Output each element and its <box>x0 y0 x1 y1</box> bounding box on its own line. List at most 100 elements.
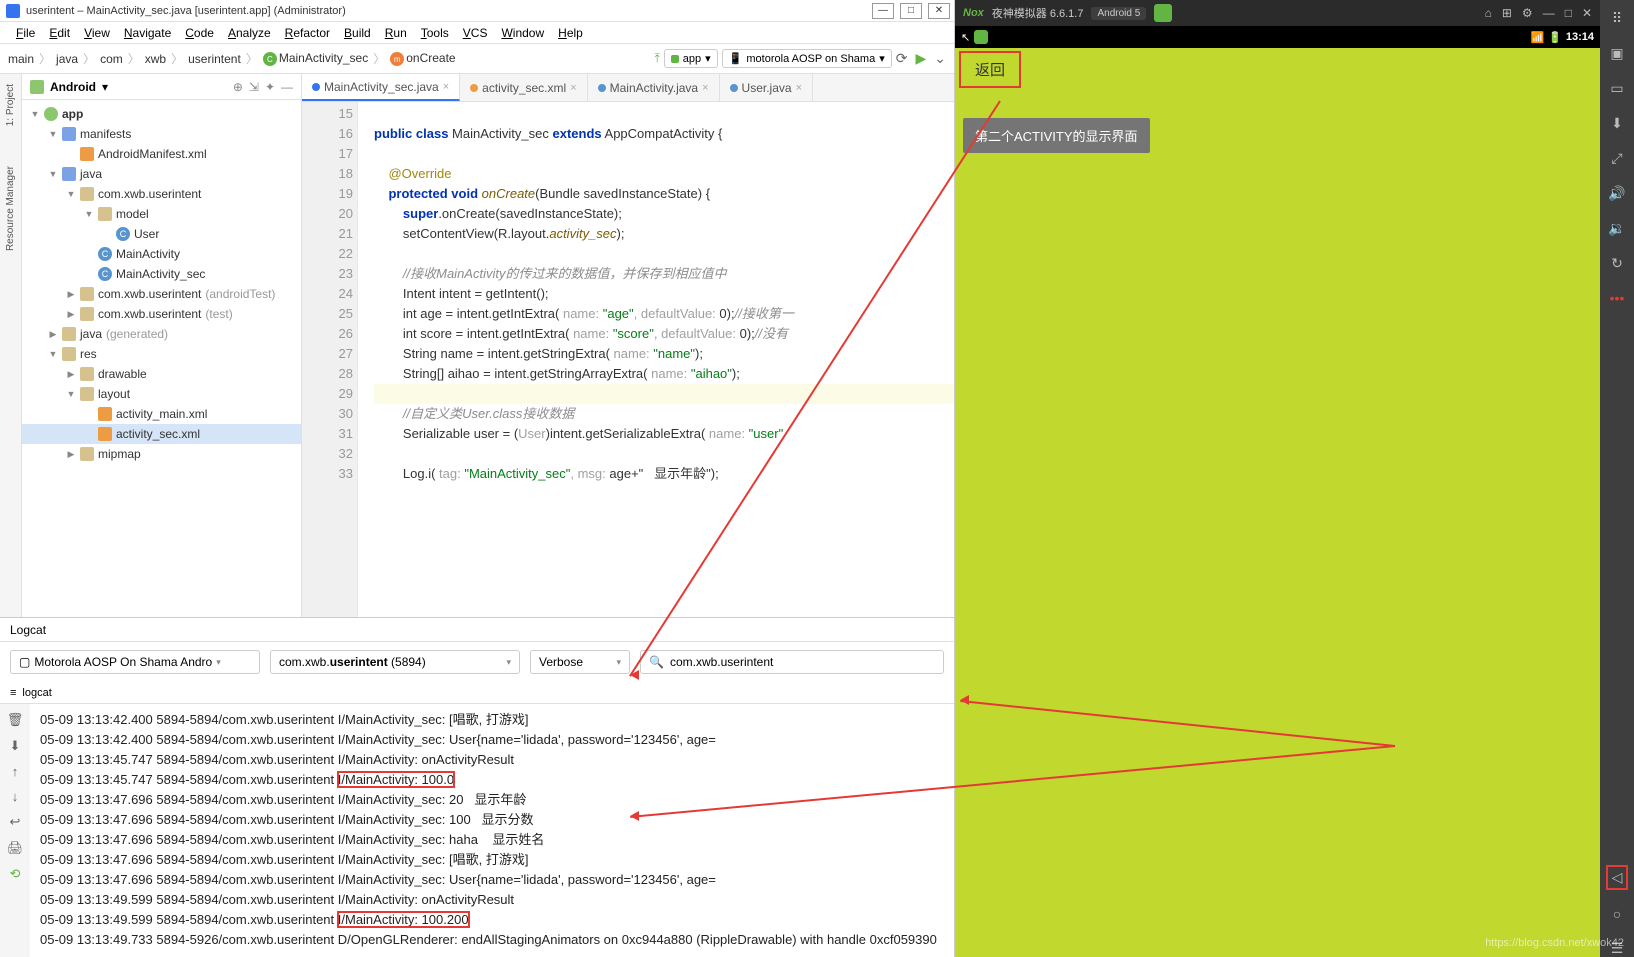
logcat-level-selector[interactable]: Verbose▾ <box>530 650 630 674</box>
logcat-process-selector[interactable]: com.xwb.userintent (5894)▾ <box>270 650 520 674</box>
logcat-tab[interactable]: logcat <box>22 687 51 699</box>
breadcrumb-segment[interactable]: java <box>56 52 78 66</box>
menu-view[interactable]: View <box>78 26 116 40</box>
menu-help[interactable]: Help <box>552 26 589 40</box>
minimize-button[interactable]: — <box>872 3 894 19</box>
tree-row[interactable]: CMainActivity <box>22 244 301 264</box>
menu-tools[interactable]: Tools <box>415 26 455 40</box>
tree-row[interactable]: ▼java <box>22 164 301 184</box>
logcat-tab-icon[interactable]: ≡ <box>10 687 16 699</box>
logcat-search[interactable]: 🔍com.xwb.userintent <box>640 650 944 674</box>
rotate-icon[interactable]: ↻ <box>1611 255 1623 272</box>
menu-refactor[interactable]: Refactor <box>279 26 336 40</box>
run-icon[interactable]: ▶ <box>915 50 926 67</box>
menu-window[interactable]: Window <box>495 26 550 40</box>
tree-row[interactable]: ▼manifests <box>22 124 301 144</box>
tree-row[interactable]: AndroidManifest.xml <box>22 144 301 164</box>
tab-user-java[interactable]: User.java× <box>720 74 813 101</box>
gear-icon[interactable]: ⚙ <box>1522 6 1533 20</box>
download-icon[interactable]: ⬇ <box>1611 115 1623 132</box>
more-icon[interactable]: ••• <box>1610 290 1625 306</box>
tree-row[interactable]: activity_sec.xml <box>22 424 301 444</box>
trash-icon[interactable]: 🗑 <box>7 712 24 728</box>
tab-mainactivity_sec-java[interactable]: MainActivity_sec.java× <box>302 74 460 101</box>
device-icon: 📱 <box>729 52 743 65</box>
sync-icon[interactable]: ⟳ <box>896 50 908 67</box>
close-icon[interactable]: × <box>796 82 802 94</box>
up-icon[interactable]: ↑ <box>12 764 19 779</box>
menu-vcs[interactable]: VCS <box>457 26 494 40</box>
restart-icon[interactable]: ⟲ <box>10 866 21 882</box>
tree-row[interactable]: ▶drawable <box>22 364 301 384</box>
tree-row[interactable]: ▶com.xwb.userintent (test) <box>22 304 301 324</box>
target-icon[interactable]: ⊕ <box>233 80 243 94</box>
run-config-selector[interactable]: app ▾ <box>664 49 718 68</box>
gear-icon[interactable]: ✦ <box>265 80 275 94</box>
leaf-icon <box>1154 4 1172 22</box>
close-icon[interactable]: × <box>570 82 576 94</box>
tab-mainactivity-java[interactable]: MainActivity.java× <box>588 74 720 101</box>
back-button[interactable]: 返回 <box>959 51 1021 88</box>
tab-activity_sec-xml[interactable]: activity_sec.xml× <box>460 74 587 101</box>
tree-row[interactable]: CUser <box>22 224 301 244</box>
minimize-icon[interactable]: — <box>1543 6 1555 20</box>
android-home-icon[interactable]: ○ <box>1613 906 1621 922</box>
apps-icon[interactable]: ⊞ <box>1502 6 1512 20</box>
device-selector[interactable]: 📱 motorola AOSP on Shama ▾ <box>722 49 892 68</box>
debug-icon[interactable]: ⌄ <box>934 50 946 67</box>
maximize-button[interactable]: □ <box>900 3 922 19</box>
tree-row[interactable]: activity_main.xml <box>22 404 301 424</box>
tree-row[interactable]: ▼layout <box>22 384 301 404</box>
scroll-end-icon[interactable]: ⬇ <box>10 738 21 754</box>
menu-navigate[interactable]: Navigate <box>118 26 177 40</box>
breadcrumb-segment[interactable]: xwb <box>145 52 166 66</box>
project-tree[interactable]: ▼app▼manifestsAndroidManifest.xml▼java▼c… <box>22 100 301 617</box>
close-icon[interactable]: ✕ <box>1582 6 1592 20</box>
breadcrumb-segment[interactable]: main <box>8 52 34 66</box>
close-button[interactable]: ✕ <box>928 3 950 19</box>
volume-down-icon[interactable]: 🔉 <box>1608 220 1625 237</box>
tree-row[interactable]: CMainActivity_sec <box>22 264 301 284</box>
menu-run[interactable]: Run <box>379 26 413 40</box>
hide-icon[interactable]: — <box>281 80 293 94</box>
android-back-icon[interactable]: ◁ <box>1606 865 1629 890</box>
tree-row[interactable]: ▼com.xwb.userintent <box>22 184 301 204</box>
down-icon[interactable]: ↓ <box>12 789 19 804</box>
print-icon[interactable]: 🖨 <box>7 840 24 856</box>
breadcrumb-segment[interactable]: com <box>100 52 123 66</box>
wrap-icon[interactable]: ↩ <box>10 814 21 830</box>
code-editor[interactable]: public class MainActivity_sec extends Ap… <box>358 102 954 617</box>
breadcrumb-segment[interactable]: CMainActivity_sec <box>263 51 368 67</box>
menu-file[interactable]: File <box>10 26 41 40</box>
volume-up-icon[interactable]: 🔊 <box>1608 185 1625 202</box>
tree-row[interactable]: ▶mipmap <box>22 444 301 464</box>
tree-row[interactable]: ▶java (generated) <box>22 324 301 344</box>
menu-code[interactable]: Code <box>179 26 220 40</box>
close-icon[interactable]: × <box>443 81 449 93</box>
project-view-label[interactable]: Android <box>50 80 96 94</box>
menu-build[interactable]: Build <box>338 26 377 40</box>
close-icon[interactable]: × <box>702 82 708 94</box>
maximize-icon[interactable]: □ <box>1565 6 1572 20</box>
build-icon[interactable]: ⤒ <box>654 51 659 66</box>
tree-row[interactable]: ▼model <box>22 204 301 224</box>
fullscreen-icon[interactable]: ⤢ <box>1611 150 1622 167</box>
logcat-output[interactable]: 05-09 13:13:42.400 5894-5894/com.xwb.use… <box>30 704 954 957</box>
breadcrumb[interactable]: main〉java〉com〉xwb〉userintent〉CMainActivi… <box>8 50 456 67</box>
breadcrumb-segment[interactable]: userintent <box>188 52 241 66</box>
collapse-icon[interactable]: ⇲ <box>249 80 259 94</box>
home-icon[interactable]: ⌂ <box>1485 6 1492 20</box>
window-icon[interactable]: ▭ <box>1610 80 1623 97</box>
resource-manager-tab[interactable]: Resource Manager <box>5 166 16 251</box>
menu-edit[interactable]: Edit <box>43 26 76 40</box>
chevron-down-icon[interactable]: ▾ <box>102 80 108 94</box>
tree-row[interactable]: ▼app <box>22 104 301 124</box>
tree-row[interactable]: ▶com.xwb.userintent (androidTest) <box>22 284 301 304</box>
menu-analyze[interactable]: Analyze <box>222 26 277 40</box>
breadcrumb-segment[interactable]: monCreate <box>390 51 455 67</box>
logcat-device-selector[interactable]: ▢Motorola AOSP On Shama Andro▾ <box>10 650 260 674</box>
drag-icon[interactable]: ⠿ <box>1612 10 1622 27</box>
screenshot-icon[interactable]: ▣ <box>1610 45 1623 62</box>
tree-row[interactable]: ▼res <box>22 344 301 364</box>
project-tab[interactable]: 1: Project <box>5 84 16 126</box>
